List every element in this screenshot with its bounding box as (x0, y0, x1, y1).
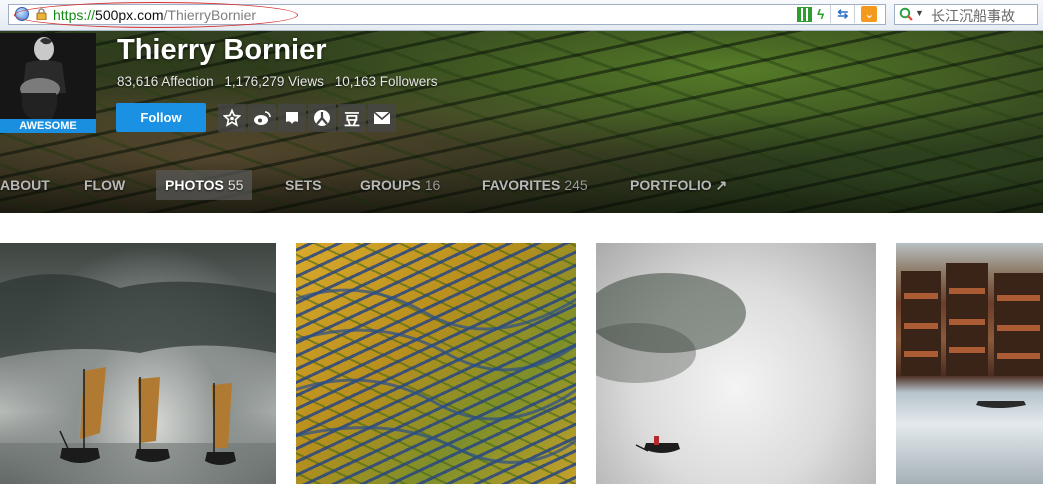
profile-cover: AWESOME Thierry Bornier 83,616 Affection… (0, 31, 1043, 213)
profile-stats: 83,616 Affection 1,176,279 Views 10,163 … (117, 74, 445, 89)
photo-rice-terraces (296, 288, 576, 464)
awesome-badge: AWESOME (0, 119, 96, 133)
photo-junk-boats (0, 274, 276, 484)
avatar[interactable]: AWESOME (0, 33, 96, 133)
follow-button[interactable]: Follow (116, 103, 206, 132)
profile-name: Thierry Bornier (117, 34, 327, 66)
star-badge-icon[interactable] (218, 104, 246, 132)
weibo-icon[interactable] (248, 104, 276, 132)
swap-arrows-icon[interactable]: ⇆ (837, 6, 848, 22)
tab-count: 245 (564, 177, 588, 193)
photo-thumbnail[interactable] (596, 243, 876, 484)
tab-count: 55 (227, 177, 244, 193)
tab-favorites[interactable]: FAVORITES 245 (482, 170, 588, 200)
profile-tabs: ABOUT FLOW PHOTOS 55 SETS GROUPS 16 FAVORI… (0, 170, 1043, 200)
views-count: 1,176,279 Views (224, 74, 324, 89)
address-bar-icons: ϟ ⇆ ⌄ (797, 5, 878, 23)
renren-icon[interactable] (308, 104, 336, 132)
photo-thumbnail[interactable] (296, 243, 576, 484)
tab-photos[interactable]: PHOTOS 55 (156, 170, 253, 200)
chevron-down-icon[interactable]: ▼ (915, 8, 924, 18)
separator (854, 5, 856, 23)
separator (830, 5, 832, 23)
search-input[interactable]: 长江沉船事故 (931, 6, 1015, 26)
search-engine-icon[interactable] (899, 7, 913, 21)
tab-portfolio[interactable]: PORTFOLIO ↗ (630, 170, 727, 200)
affection-count: 83,616 Affection (117, 74, 214, 89)
tab-sets[interactable]: SETS (285, 170, 322, 200)
qr-code-icon[interactable] (797, 6, 812, 22)
browser-address-bar: https://500px.com/ThierryBornier ϟ ⇆ ⌄ ▼… (0, 0, 1043, 31)
tab-label: FLOW (84, 177, 126, 193)
tab-label: SETS (285, 177, 322, 193)
photo-thumbnail[interactable] (896, 243, 1043, 484)
tab-groups[interactable]: GROUPS 16 (360, 170, 440, 200)
photo-boat-in-fog (596, 273, 746, 453)
tab-label: PHOTOS (165, 177, 224, 193)
bookmark-icon[interactable] (278, 104, 306, 132)
tab-count: 16 (424, 177, 441, 193)
tab-label: FAVORITES (482, 177, 561, 193)
tab-label: GROUPS (360, 177, 421, 193)
mail-icon[interactable] (368, 104, 396, 132)
lightning-icon[interactable]: ϟ (817, 6, 824, 22)
tab-label: ABOUT (0, 177, 50, 193)
avatar-photo (0, 33, 96, 133)
followers-count: 10,163 Followers (334, 74, 438, 89)
tab-label: PORTFOLIO ↗ (630, 177, 728, 193)
douban-icon[interactable]: 豆 (338, 104, 366, 132)
tab-about[interactable]: ABOUT (0, 170, 50, 200)
search-box[interactable]: ▼ 长江沉船事故 (894, 4, 1038, 25)
annotation-ellipse (14, 2, 298, 28)
tab-flow[interactable]: FLOW (84, 170, 125, 200)
photo-stilt-houses (901, 263, 1043, 408)
photo-thumbnail[interactable] (0, 243, 276, 484)
favorite-icon[interactable]: ⌄ (861, 6, 878, 22)
